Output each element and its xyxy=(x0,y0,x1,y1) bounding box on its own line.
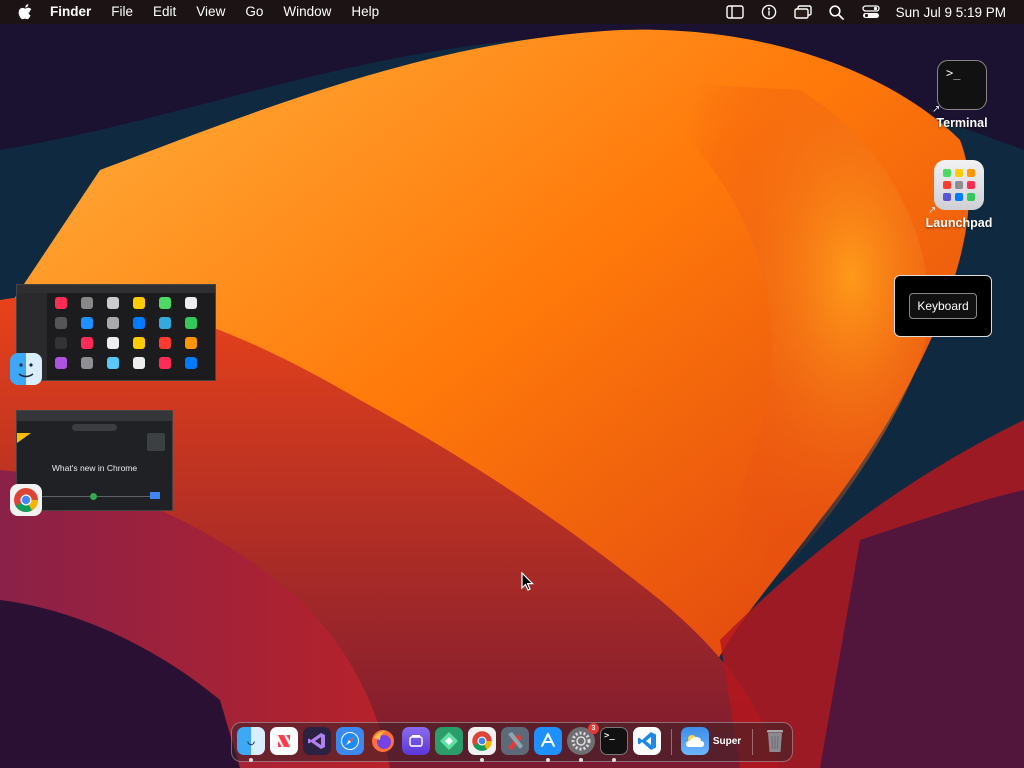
preview-titlebar xyxy=(17,285,215,293)
apple-menu-icon[interactable] xyxy=(14,0,36,24)
dock-news[interactable] xyxy=(270,727,298,755)
terminal-icon: >_ xyxy=(604,731,615,741)
preview-tab-strip xyxy=(17,411,172,421)
mouse-cursor-icon xyxy=(521,571,534,596)
app-store-icon xyxy=(541,733,555,747)
finder-window-preview[interactable] xyxy=(16,284,216,381)
running-indicator xyxy=(249,758,253,762)
app-icon xyxy=(440,732,458,750)
running-indicator xyxy=(480,758,484,762)
preview-decoration xyxy=(147,433,165,451)
dock-divider xyxy=(752,729,753,755)
dock-visual-studio[interactable] xyxy=(303,727,331,755)
dock-firefox[interactable] xyxy=(369,727,397,755)
dock-finder[interactable]: ◡ xyxy=(237,727,265,755)
gear-icon xyxy=(571,731,591,751)
stage-manager-icon[interactable] xyxy=(718,0,752,24)
alias-arrow-icon: ↗ xyxy=(928,205,937,216)
terminal-icon: >_ ↗ xyxy=(932,60,987,115)
super-label: Super xyxy=(712,735,742,747)
desktop-icon-launchpad[interactable]: ↗ Launchpad xyxy=(919,160,999,230)
chrome-icon xyxy=(10,484,42,516)
dock-terminal[interactable]: >_ xyxy=(600,727,628,755)
running-indicator xyxy=(546,758,550,762)
dock-super[interactable]: Super xyxy=(712,727,742,755)
desktop-wallpaper xyxy=(0,0,1024,768)
alias-arrow-icon: ↗ xyxy=(932,104,941,115)
visual-studio-icon xyxy=(308,733,325,749)
preview-decoration xyxy=(150,492,160,499)
desktop-icon-label: Terminal xyxy=(936,116,988,130)
preview-app-grid xyxy=(55,297,203,369)
desktop-icon-label: Launchpad xyxy=(925,216,993,230)
finder-icon: ◡ xyxy=(247,735,255,746)
menu-window[interactable]: Window xyxy=(273,0,341,24)
preview-divider xyxy=(37,496,157,497)
preview-address-bar xyxy=(72,424,117,431)
keyboard-widget: Keyboard xyxy=(894,275,992,337)
firefox-icon xyxy=(372,730,394,752)
menu-file[interactable]: File xyxy=(101,0,143,24)
dock-app-tools[interactable] xyxy=(501,727,529,755)
dock-safari[interactable] xyxy=(336,727,364,755)
menu-app-name[interactable]: Finder xyxy=(40,0,101,24)
wallpaper-waves xyxy=(0,0,1024,768)
screen-mirroring-icon[interactable] xyxy=(786,0,820,24)
notification-badge: 3 xyxy=(588,723,599,734)
safari-compass-icon xyxy=(341,732,359,750)
accessibility-icon[interactable] xyxy=(752,0,786,24)
control-center-icon[interactable] xyxy=(854,0,888,24)
dock-app-store[interactable] xyxy=(534,727,562,755)
desktop-icon-terminal[interactable]: >_ ↗ Terminal xyxy=(922,60,1002,130)
menu-bar-clock[interactable]: Sun Jul 9 5:19 PM xyxy=(888,5,1024,20)
chrome-preview-headline: What's new in Chrome xyxy=(51,463,138,473)
dock-vscode[interactable] xyxy=(633,727,661,755)
app-icon xyxy=(508,732,523,750)
dock: ◡ 3 >_ Super xyxy=(231,722,793,762)
vscode-icon xyxy=(638,732,656,750)
running-indicator xyxy=(612,758,616,762)
dock-system-settings[interactable]: 3 xyxy=(567,723,599,755)
menu-bar: Finder File Edit View Go Window Help Sun… xyxy=(0,0,1024,24)
finder-icon xyxy=(10,353,42,385)
status-area: Sun Jul 9 5:19 PM xyxy=(718,0,1024,24)
dock-chrome[interactable] xyxy=(468,727,496,755)
menu-view[interactable]: View xyxy=(186,0,235,24)
trash-icon xyxy=(767,730,783,752)
launchpad-icon: ↗ xyxy=(928,160,984,216)
app-icon xyxy=(409,735,423,747)
dock-app-green[interactable] xyxy=(435,727,463,755)
weather-cloud-icon xyxy=(686,735,704,747)
menu-edit[interactable]: Edit xyxy=(143,0,186,24)
menu-go[interactable]: Go xyxy=(235,0,273,24)
preview-decoration xyxy=(17,433,31,443)
keyboard-button[interactable]: Keyboard xyxy=(909,293,977,319)
preview-decoration xyxy=(90,493,97,500)
news-icon xyxy=(278,735,290,747)
chrome-icon xyxy=(472,731,492,751)
dock-trash[interactable] xyxy=(761,727,789,755)
dock-app-purple[interactable] xyxy=(402,727,430,755)
running-indicator xyxy=(579,758,583,762)
menu-help[interactable]: Help xyxy=(341,0,389,24)
dock-divider xyxy=(671,729,672,755)
dock-weather[interactable] xyxy=(681,727,709,755)
spotlight-search-icon[interactable] xyxy=(820,0,854,24)
